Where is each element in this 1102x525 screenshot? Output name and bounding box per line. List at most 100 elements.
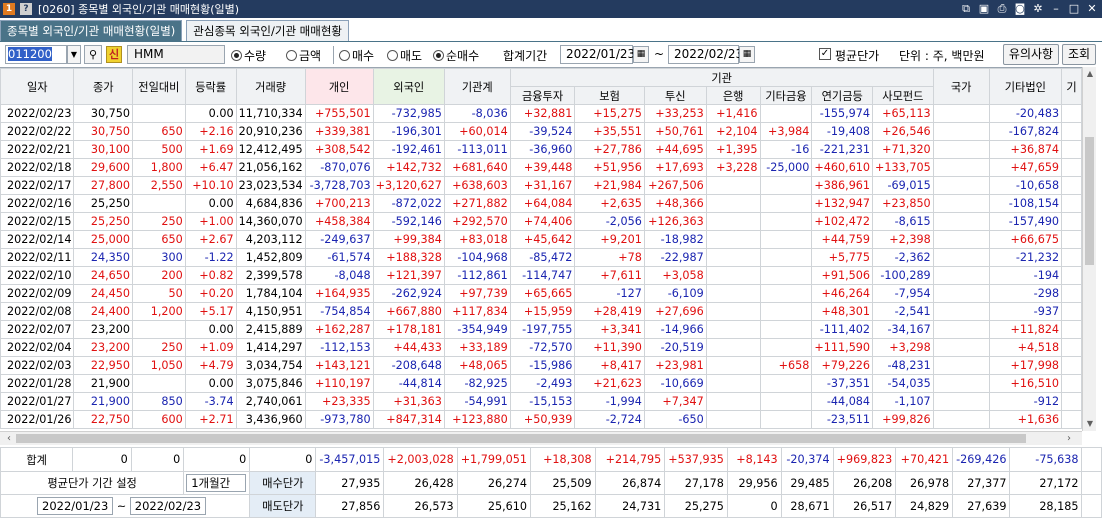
link-icon[interactable]: ⧉ [960, 2, 972, 15]
horizontal-scrollbar[interactable]: ‹ › [0, 431, 1082, 445]
table-row[interactable]: 2022/02/09 24,450 50 +0.20 1,784,104 +164,935… [0, 284, 1082, 303]
table-row[interactable]: 2022/01/26 22,750 600 +2.71 3,436,960 -973,78… [0, 410, 1082, 429]
table-row[interactable]: 2022/02/07 23,200 0.00 2,415,889 +162,287 +17… [0, 320, 1082, 339]
vertical-scrollbar[interactable]: ▲ ▼ [1082, 67, 1096, 431]
table-cell: +99,826 [872, 410, 934, 429]
table-row[interactable]: 2022/01/27 21,900 850 -3.74 2,740,061 +23,335… [0, 392, 1082, 411]
calendar-icon[interactable]: ▦ [633, 46, 649, 63]
avg-sell-cell: 24,829 [895, 494, 954, 518]
table-cell [932, 302, 990, 321]
table-row[interactable]: 2022/02/15 25,250 250 +1.00 14,360,070 +458,3… [0, 212, 1082, 231]
search-button[interactable]: ⚲ [84, 45, 102, 64]
scroll-down-icon[interactable]: ▼ [1083, 417, 1097, 431]
code-dropdown-button[interactable]: ▼ [67, 45, 81, 64]
col-insurance[interactable]: 보험 [574, 86, 645, 105]
scroll-up-icon[interactable]: ▲ [1083, 67, 1097, 81]
help-icon[interactable]: ? [20, 3, 32, 15]
col-private-fund[interactable]: 사모펀드 [872, 86, 934, 105]
date-to-input[interactable]: 2022/02/23 [668, 45, 743, 64]
table-row[interactable]: 2022/02/18 29,600 1,800 +6.47 21,056,162 -870… [0, 158, 1082, 177]
table-cell: 30,750 [73, 104, 133, 123]
calendar-icon[interactable]: ▦ [739, 46, 755, 63]
col-other-fin[interactable]: 기타금융 [759, 86, 813, 105]
table-cell [932, 320, 990, 339]
table-cell [932, 212, 990, 231]
table-cell [759, 392, 813, 411]
table-row[interactable]: 2022/02/10 24,650 200 +0.82 2,399,578 -8,048 +… [0, 266, 1082, 285]
table-row[interactable]: 2022/02/08 24,400 1,200 +5.17 4,150,951 -754,… [0, 302, 1082, 321]
col-individual[interactable]: 개인 [304, 68, 374, 105]
vertical-scroll-thumb[interactable] [1085, 137, 1094, 265]
scroll-right-icon[interactable]: › [1062, 432, 1076, 446]
table-row[interactable]: 2022/02/17 27,800 2,550 +10.10 23,023,534 -3,… [0, 176, 1082, 195]
table-row[interactable]: 2022/02/16 25,250 0.00 4,684,836 +700,213 -87… [0, 194, 1082, 213]
col-change[interactable]: 전일대비 [131, 68, 186, 105]
col-institution-total[interactable]: 기관계 [443, 68, 511, 105]
table-row[interactable]: 2022/02/03 22,950 1,050 +4.79 3,034,754 +143,… [0, 356, 1082, 375]
table-cell: +17,693 [643, 158, 707, 177]
col-next-partial[interactable]: 기 [1061, 68, 1082, 105]
col-date[interactable]: 일자 [0, 68, 75, 105]
avg-sell-cell: 26,573 [383, 494, 458, 518]
table-row[interactable]: 2022/02/23 30,750 0.00 11,710,334 +755,501 -7… [0, 104, 1082, 123]
print-icon[interactable]: ⎙ [996, 2, 1008, 15]
table-cell: +35,551 [574, 122, 645, 141]
maximize-icon[interactable]: □ [1068, 2, 1080, 15]
query-button[interactable]: 조회 [1062, 44, 1096, 65]
col-close[interactable]: 종가 [73, 68, 133, 105]
radio-quantity[interactable]: 수량 [231, 47, 266, 64]
copy-icon[interactable]: ▣ [978, 2, 990, 15]
table-row[interactable]: 2022/02/21 30,100 500 +1.69 12,412,495 +308,5… [0, 140, 1082, 159]
radio-net-buy[interactable]: 순매수 [433, 47, 479, 64]
table-cell: 2,399,578 [235, 266, 306, 285]
avg-period-select[interactable]: 1개월간 [183, 471, 251, 495]
radio-buy[interactable]: 매수 [339, 47, 374, 64]
gear-icon[interactable]: ✲ [1032, 2, 1044, 15]
avg-price-checkbox[interactable]: ✓ [819, 48, 831, 60]
avg-buy-cell: 29,485 [780, 471, 834, 495]
table-cell: -15,986 [509, 356, 576, 375]
col-nation[interactable]: 국가 [932, 68, 990, 105]
table-cell: +5.17 [184, 302, 237, 321]
data-grid[interactable]: 일자 종가 전일대비 등락률 거래량 개인 외국인 기관계 기관 국가 기타법인… [0, 67, 1082, 431]
avg-date-to-input[interactable]: 2022/02/23 [129, 497, 207, 515]
table-row[interactable]: 2022/02/11 24,350 300 -1.22 1,452,809 -61,574… [0, 248, 1082, 267]
table-cell: -104,968 [443, 248, 511, 267]
table-cell [759, 176, 813, 195]
radio-sell[interactable]: 매도 [387, 47, 422, 64]
col-trust[interactable]: 투신 [643, 86, 707, 105]
col-pension[interactable]: 연기금등 [811, 86, 874, 105]
table-row[interactable]: 2022/01/28 21,900 0.00 3,075,846 +110,197 -44… [0, 374, 1082, 393]
tab-stock-daily[interactable]: 종목별 외국인/기관 매매현황(일별) [0, 20, 183, 41]
col-fin-invest[interactable]: 금융투자 [509, 86, 576, 105]
table-row[interactable]: 2022/02/14 25,000 650 +2.67 4,203,112 -249,63… [0, 230, 1082, 249]
minimize-icon[interactable]: – [1050, 2, 1062, 15]
horizontal-scroll-thumb[interactable] [16, 434, 1026, 443]
scroll-left-icon[interactable]: ‹ [2, 432, 16, 446]
table-row[interactable]: 2022/02/22 30,750 650 +2.16 20,910,236 +339,3… [0, 122, 1082, 141]
table-cell: +126,363 [643, 212, 707, 231]
col-volume[interactable]: 거래량 [235, 68, 306, 105]
notice-button[interactable]: 유의사항 [1003, 44, 1059, 65]
col-other-corp[interactable]: 기타법인 [988, 68, 1063, 105]
col-foreign[interactable]: 외국인 [372, 68, 445, 105]
table-cell: -19,408 [811, 122, 874, 141]
table-cell: +102,472 [811, 212, 874, 231]
close-icon[interactable]: ✕ [1086, 2, 1098, 15]
stock-code-input[interactable]: 011200 [5, 45, 67, 64]
table-cell: 21,900 [73, 392, 133, 411]
col-bank[interactable]: 은행 [705, 86, 761, 105]
table-row[interactable]: 2022/02/04 23,200 250 +1.09 1,414,297 -112,15… [0, 338, 1082, 357]
table-cell [759, 320, 813, 339]
window-number-icon: 1 [3, 3, 15, 15]
col-rate[interactable]: 등락률 [184, 68, 237, 105]
new-badge[interactable]: 신 [106, 46, 122, 63]
table-cell: +32,881 [509, 104, 576, 123]
radio-amount[interactable]: 금액 [286, 47, 321, 64]
avg-date-from-input[interactable]: 2022/01/23 [37, 497, 114, 515]
avg-sell-cell: 24,731 [594, 494, 666, 518]
tab-watchlist[interactable]: 관심종목 외국인/기관 매매현황 [186, 20, 350, 41]
table-cell: 20,910,236 [235, 122, 306, 141]
camera-icon[interactable]: ◙ [1014, 2, 1026, 15]
date-from-input[interactable]: 2022/01/23 [560, 45, 635, 64]
